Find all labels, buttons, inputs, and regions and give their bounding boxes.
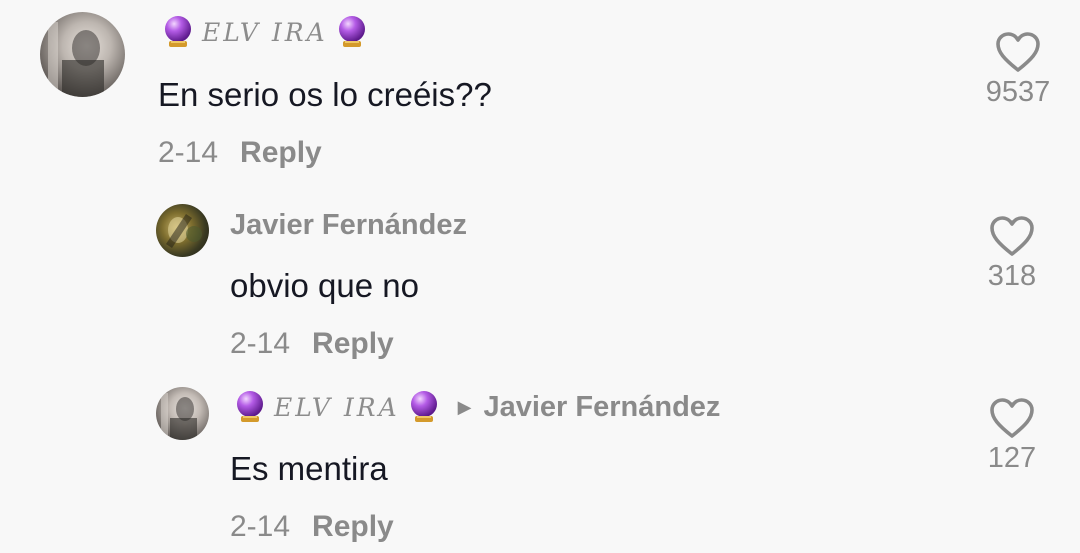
comment-username[interactable]: ELV IRA xyxy=(160,14,370,50)
comment-text: obvio que no xyxy=(230,267,419,304)
username-text: Javier Fernández xyxy=(230,209,467,241)
comment-username[interactable]: ELV IRA ▶ Javier Fernández xyxy=(232,389,720,425)
comment-meta: 2-14 Reply xyxy=(230,327,394,361)
heart-outline-icon xyxy=(990,398,1034,438)
reply-button[interactable]: Reply xyxy=(240,136,322,169)
right-triangle-icon: ▶ xyxy=(457,396,472,417)
comment-text: Es mentira xyxy=(230,450,388,487)
like-button[interactable]: 127 xyxy=(972,396,1052,475)
reply-button[interactable]: Reply xyxy=(312,327,394,360)
username-styled-text: ELV IRA xyxy=(202,17,328,47)
avatar-image xyxy=(161,393,197,440)
reply-to-username[interactable]: Javier Fernández xyxy=(483,391,720,424)
avatar[interactable] xyxy=(40,12,125,97)
avatar[interactable] xyxy=(156,204,209,257)
heart-outline-icon xyxy=(990,216,1034,256)
crystal-ball-icon xyxy=(160,14,196,50)
avatar-image xyxy=(166,214,202,248)
comment-text: En serio os lo creéis?? xyxy=(158,76,492,113)
heart-outline-icon xyxy=(996,32,1040,72)
like-count: 127 xyxy=(987,442,1037,474)
comment-date: 2-14 xyxy=(230,510,291,543)
crystal-ball-icon xyxy=(232,389,268,425)
comment-date: 2-14 xyxy=(230,327,291,360)
username-styled-text: ELV IRA xyxy=(274,392,400,422)
crystal-ball-icon xyxy=(334,14,370,50)
avatar[interactable] xyxy=(156,387,209,440)
avatar-image xyxy=(48,22,104,97)
comment-meta: 2-14 Reply xyxy=(230,510,394,544)
comment-username[interactable]: Javier Fernández xyxy=(230,209,467,242)
reply-button[interactable]: Reply xyxy=(312,510,394,543)
like-button[interactable]: 318 xyxy=(972,214,1052,293)
like-button[interactable]: 9537 xyxy=(978,30,1058,109)
like-count: 318 xyxy=(987,260,1037,292)
crystal-ball-icon xyxy=(406,389,442,425)
comment-date: 2-14 xyxy=(158,136,219,169)
like-count: 9537 xyxy=(985,76,1051,108)
comment-meta: 2-14 Reply xyxy=(158,136,322,170)
